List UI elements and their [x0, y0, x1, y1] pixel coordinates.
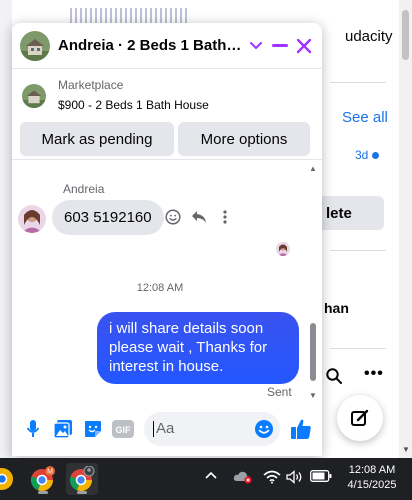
message-list[interactable]: Andreia 603 5192160 12:08 AM i will shar…: [12, 159, 322, 400]
unread-dot-icon: [372, 151, 380, 159]
background-partial-name: han: [324, 300, 349, 316]
onedrive-offline-icon[interactable]: [233, 470, 253, 484]
message-timestamp: 12:08 AM: [136, 282, 184, 294]
listing-title[interactable]: $900 - 2 Beds 1 Bath House: [58, 96, 209, 114]
composer-bar: GIF Aa: [12, 401, 322, 456]
see-all-link[interactable]: See all: [342, 109, 388, 126]
scrollbar-thumb[interactable]: [310, 323, 316, 381]
scroll-down-arrow-icon[interactable]: ▼: [402, 445, 410, 454]
text-caret: [153, 420, 154, 437]
incoming-message[interactable]: 603 5192160: [52, 200, 164, 235]
sent-status: Sent: [267, 385, 292, 399]
divider: [330, 250, 386, 251]
taskbar-active-indicator: [38, 491, 48, 494]
delete-button[interactable]: lete: [322, 196, 384, 230]
more-options-button[interactable]: More options: [178, 122, 310, 156]
taskbar-active-indicator: [77, 491, 87, 494]
taskbar: M 12:08 AM 4/15/2025: [0, 458, 412, 500]
clock-time: 12:08 AM: [348, 464, 396, 476]
marketplace-label: Marketplace: [58, 78, 124, 92]
wifi-icon[interactable]: [263, 470, 281, 484]
svg-text:M: M: [47, 469, 53, 476]
divider: [330, 82, 386, 83]
smiley-react-icon[interactable]: [163, 207, 183, 227]
chrome-profile-icon[interactable]: M: [27, 463, 59, 495]
time-ago-label: 3d: [355, 148, 369, 162]
outgoing-message[interactable]: i will share details soon please wait , …: [97, 312, 299, 384]
message-placeholder: Aa: [156, 420, 175, 437]
new-message-button[interactable]: [337, 395, 383, 441]
clock-date: 4/15/2025: [347, 479, 397, 491]
close-icon[interactable]: [292, 34, 316, 58]
listing-info: Marketplace $900 - 2 Beds 1 Bath House: [58, 77, 209, 114]
marketplace-actions: Mark as pending More options: [20, 122, 312, 156]
minimize-icon[interactable]: [268, 34, 292, 58]
chat-window: Andreia · 2 Beds 1 Bath Ho... Marketplac…: [12, 23, 322, 456]
background-audacity-text: udacity: [345, 28, 393, 45]
avatar[interactable]: [18, 205, 46, 233]
chat-header[interactable]: Andreia · 2 Beds 1 Bath Ho...: [12, 23, 322, 69]
emoji-icon[interactable]: [254, 419, 274, 439]
microphone-icon[interactable]: [20, 416, 46, 442]
message-scrollbar[interactable]: ▲ ▼: [308, 160, 320, 400]
chat-title[interactable]: Andreia · 2 Beds 1 Bath Ho...: [58, 37, 244, 54]
compose-icon: [351, 409, 369, 426]
listing-thumbnail[interactable]: [22, 83, 46, 108]
more-horizontal-icon[interactable]: •••: [364, 365, 384, 383]
taskbar-app-icon[interactable]: [0, 463, 18, 495]
photo-icon[interactable]: [50, 416, 76, 442]
marketplace-card: Marketplace $900 - 2 Beds 1 Bath House M…: [12, 69, 322, 156]
listing-thumbnail[interactable]: [20, 30, 50, 61]
divider: [330, 348, 386, 349]
thumbs-up-icon[interactable]: [288, 416, 314, 442]
search-icon[interactable]: [325, 367, 343, 385]
notification-time: 3d: [355, 148, 380, 162]
gif-icon[interactable]: GIF: [110, 416, 136, 442]
chevron-up-icon[interactable]: [205, 471, 217, 479]
marketplace-listing[interactable]: Marketplace $900 - 2 Beds 1 Bath House: [22, 77, 312, 114]
background-left-strip: [0, 0, 12, 458]
battery-icon[interactable]: [310, 470, 332, 482]
sticker-icon[interactable]: [80, 416, 106, 442]
system-clock[interactable]: 12:08 AM 4/15/2025: [336, 463, 408, 493]
scroll-down-arrow-icon[interactable]: ▼: [309, 391, 317, 400]
mark-as-pending-button[interactable]: Mark as pending: [20, 122, 174, 156]
volume-icon[interactable]: [286, 470, 304, 484]
scrollbar-thumb[interactable]: [402, 10, 409, 60]
reply-icon[interactable]: [189, 207, 209, 227]
scroll-up-arrow-icon[interactable]: ▲: [309, 164, 317, 173]
seen-avatar: [276, 242, 290, 256]
chevron-down-icon[interactable]: [244, 34, 268, 58]
more-vertical-icon[interactable]: [215, 207, 235, 227]
svg-text:GIF: GIF: [116, 425, 132, 435]
message-input[interactable]: Aa: [144, 411, 280, 446]
page-scrollbar[interactable]: ▼: [399, 0, 412, 458]
sender-name: Andreia: [63, 182, 105, 196]
chrome-icon[interactable]: [66, 463, 98, 495]
